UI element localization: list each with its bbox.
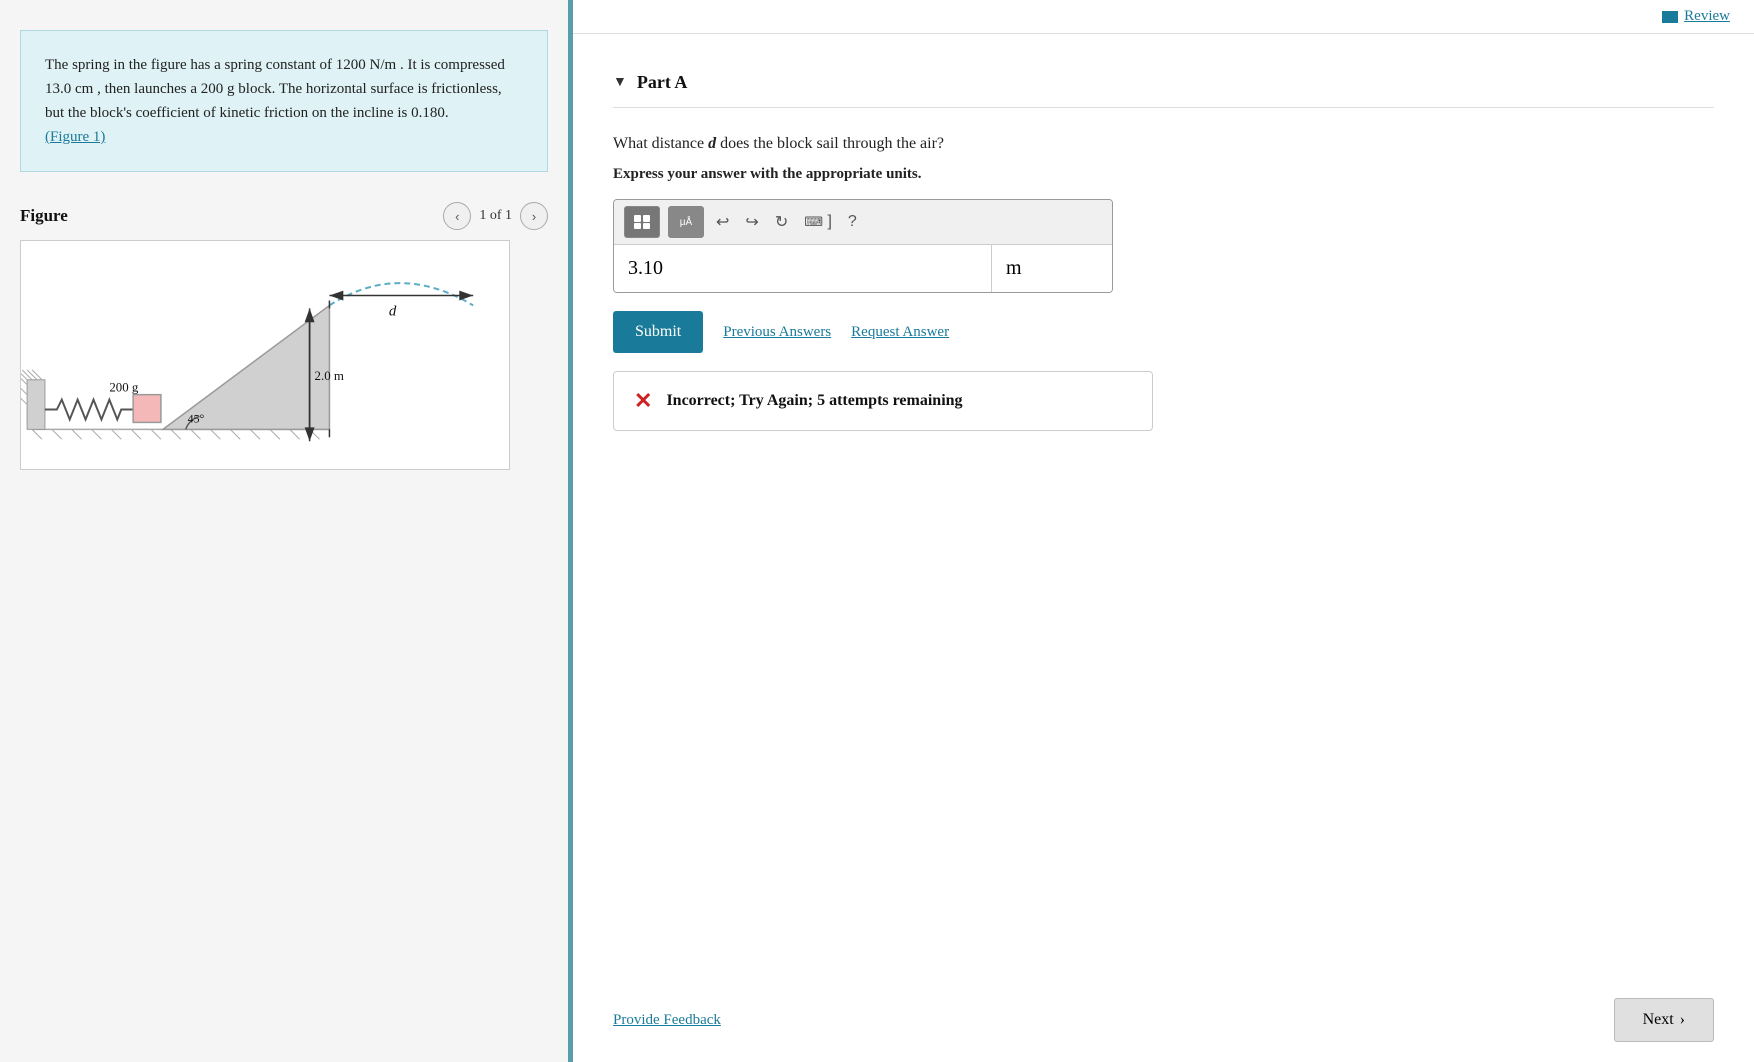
figure-link[interactable]: (Figure 1): [45, 129, 105, 145]
express-text: Express your answer with the appropriate…: [613, 166, 1714, 183]
incorrect-icon: ✕: [634, 388, 652, 414]
input-row: [614, 245, 1112, 292]
variable-d: d: [708, 135, 716, 152]
keyboard-button[interactable]: ⌨ ]: [800, 211, 836, 233]
part-arrow-icon[interactable]: ▼: [613, 75, 627, 91]
next-arrow-icon: ›: [1680, 1011, 1685, 1029]
svg-text:d: d: [389, 303, 397, 319]
mu-button[interactable]: μÅ: [668, 206, 704, 238]
toolbar-row: μÅ ↩ ↪ ↻ ⌨ ] ?: [614, 200, 1112, 245]
content-area: ▼ Part A What distance d does the block …: [573, 34, 1754, 988]
figure-title: Figure: [20, 206, 68, 226]
undo-button[interactable]: ↩: [712, 210, 733, 234]
svg-text:200 g: 200 g: [109, 381, 139, 395]
figure-header: Figure ‹ 1 of 1 ›: [20, 202, 548, 230]
feedback-text: Incorrect; Try Again; 5 attempts remaini…: [666, 392, 962, 410]
question-text: What distance d does the block sail thro…: [613, 132, 1714, 156]
help-button[interactable]: ?: [844, 211, 861, 233]
problem-description: The spring in the figure has a spring co…: [20, 30, 548, 172]
review-link[interactable]: Review: [1662, 8, 1730, 25]
svg-text:45°: 45°: [188, 411, 205, 425]
left-panel: The spring in the figure has a spring co…: [0, 0, 570, 1062]
previous-answers-link[interactable]: Previous Answers: [723, 324, 831, 341]
answer-box: μÅ ↩ ↪ ↻ ⌨ ] ?: [613, 199, 1113, 293]
figure-counter: 1 of 1: [479, 208, 512, 224]
next-label: Next: [1643, 1011, 1674, 1029]
unit-input[interactable]: [992, 245, 1112, 292]
mu-label: μÅ: [680, 217, 692, 228]
refresh-button[interactable]: ↻: [771, 210, 792, 234]
figure-svg: 200 g 45° 2.0 m: [21, 241, 509, 469]
actions-row: Submit Previous Answers Request Answer: [613, 311, 1714, 353]
matrix-button[interactable]: [624, 206, 660, 238]
redo-button[interactable]: ↪: [741, 210, 762, 234]
submit-button[interactable]: Submit: [613, 311, 703, 353]
matrix-icon: [633, 214, 651, 230]
review-label: Review: [1684, 8, 1730, 25]
top-bar: Review: [573, 0, 1754, 34]
figure-section: Figure ‹ 1 of 1 ›: [20, 202, 548, 470]
next-button[interactable]: Next ›: [1614, 998, 1714, 1042]
figure-canvas: 200 g 45° 2.0 m: [20, 240, 510, 470]
figure-nav: ‹ 1 of 1 ›: [443, 202, 548, 230]
provide-feedback-link[interactable]: Provide Feedback: [613, 1012, 721, 1029]
problem-text: The spring in the figure has a spring co…: [45, 57, 505, 121]
value-input[interactable]: [614, 245, 992, 292]
figure-next-button[interactable]: ›: [520, 202, 548, 230]
part-title: Part A: [637, 72, 687, 93]
right-panel: Review ▼ Part A What distance d does the…: [573, 0, 1754, 1062]
feedback-box: ✕ Incorrect; Try Again; 5 attempts remai…: [613, 371, 1153, 431]
bottom-row: Provide Feedback Next ›: [573, 988, 1754, 1062]
part-header: ▼ Part A: [613, 58, 1714, 108]
answer-box-inner: μÅ ↩ ↪ ↻ ⌨ ] ?: [614, 200, 1112, 292]
bracket-label: ]: [827, 213, 831, 230]
svg-text:2.0 m: 2.0 m: [315, 369, 344, 383]
request-answer-link[interactable]: Request Answer: [851, 324, 949, 341]
figure-prev-button[interactable]: ‹: [443, 202, 471, 230]
review-icon: [1662, 11, 1678, 23]
keyboard-icon: ⌨: [804, 214, 823, 229]
